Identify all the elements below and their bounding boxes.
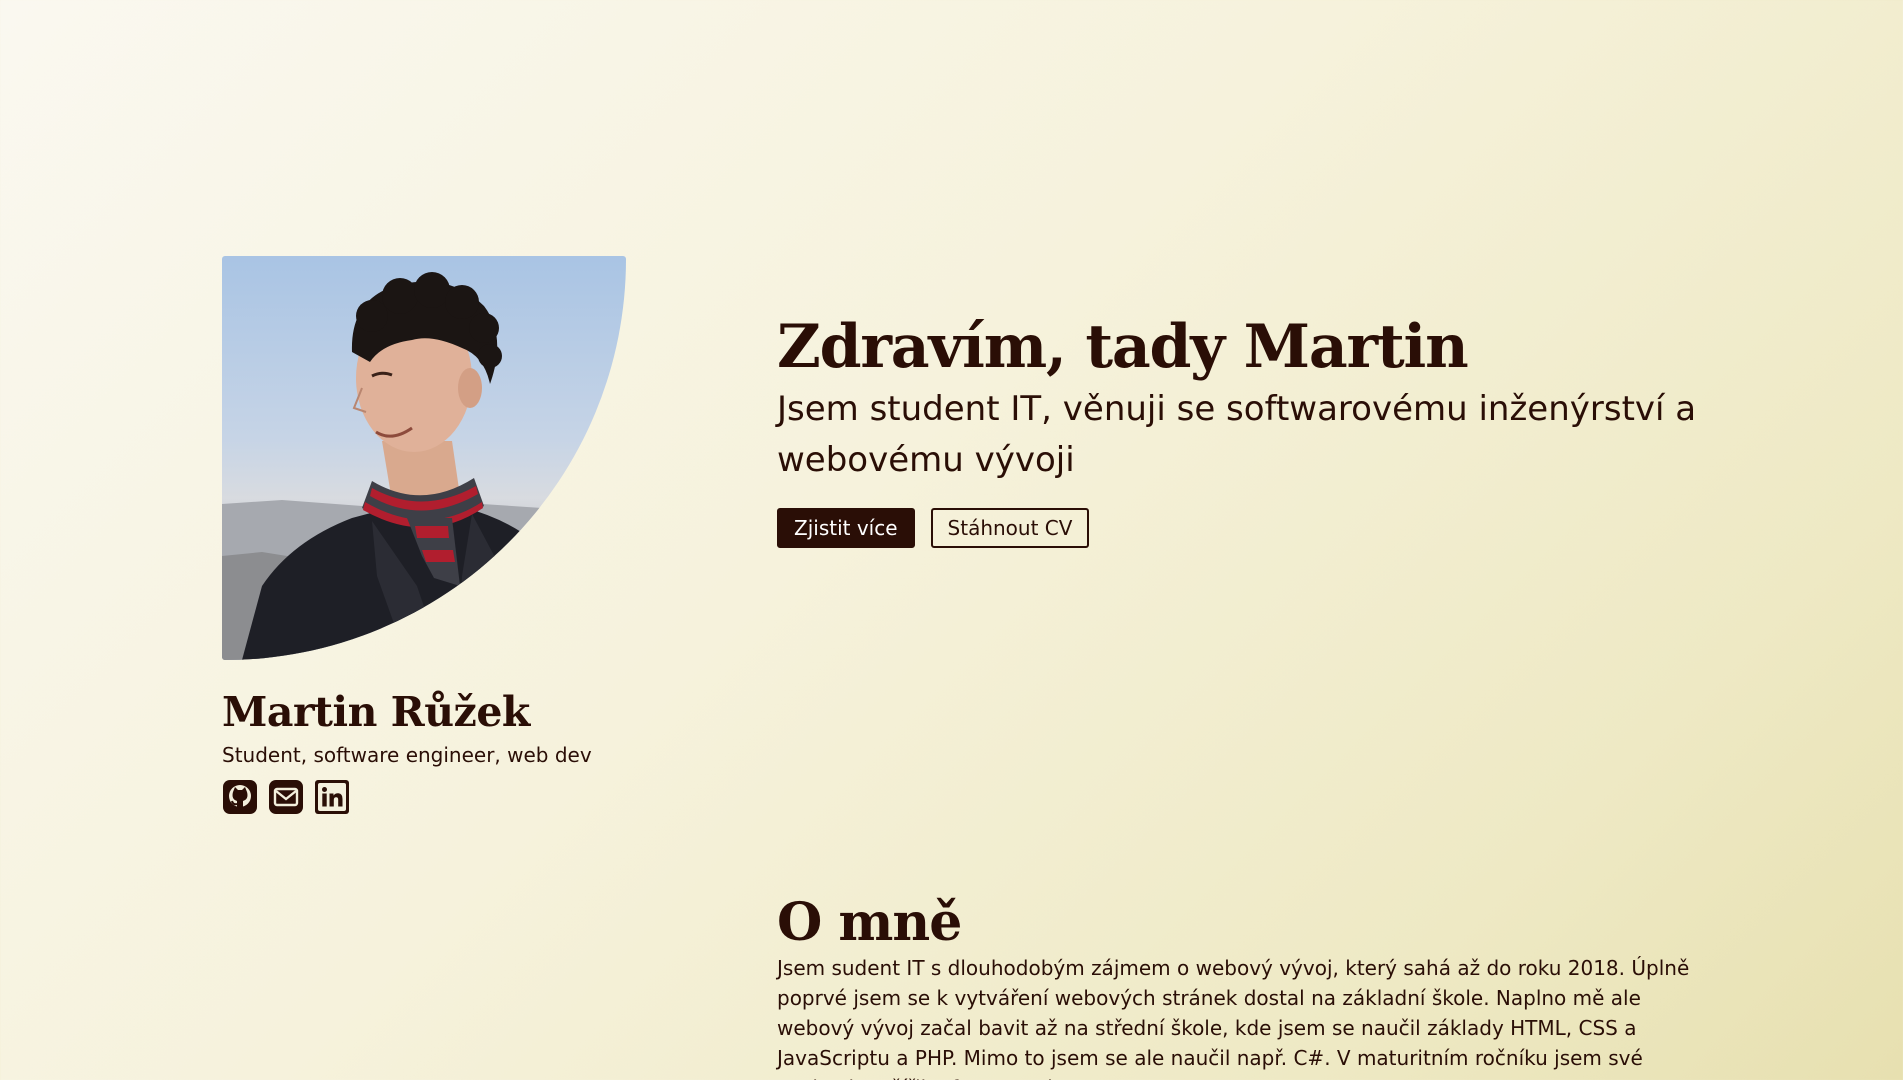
mail-icon: [269, 780, 303, 815]
profile-role: Student, software engineer, web dev: [222, 743, 592, 768]
linkedin-link[interactable]: [314, 779, 350, 815]
hero-buttons: Zjistit více Stáhnout CV: [777, 508, 1737, 548]
portrait-illustration: [222, 272, 626, 660]
hero-section: Zdravím, tady Martin Jsem student IT, vě…: [777, 314, 1737, 548]
email-link[interactable]: [268, 779, 304, 815]
profile-photo: [222, 256, 626, 660]
hero-title: Zdravím, tady Martin: [777, 312, 1469, 382]
hero-subtitle: Jsem student IT, věnuji se softwarovému …: [777, 389, 1697, 480]
about-section: O mně Jsem sudent IT s dlouhodobým zájme…: [777, 894, 1717, 1080]
linkedin-icon: [315, 780, 349, 815]
profile-name: Martin Růžek: [222, 688, 530, 736]
download-cv-button[interactable]: Stáhnout CV: [930, 508, 1090, 548]
social-links: [222, 779, 702, 815]
github-link[interactable]: [222, 779, 258, 815]
about-title: O mně: [777, 892, 962, 953]
profile-card: Martin Růžek Student, software engineer,…: [222, 256, 702, 815]
learn-more-button[interactable]: Zjistit více: [777, 508, 915, 548]
github-icon: [223, 780, 257, 815]
about-text: Jsem sudent IT s dlouhodobým zájmem o we…: [777, 956, 1690, 1080]
